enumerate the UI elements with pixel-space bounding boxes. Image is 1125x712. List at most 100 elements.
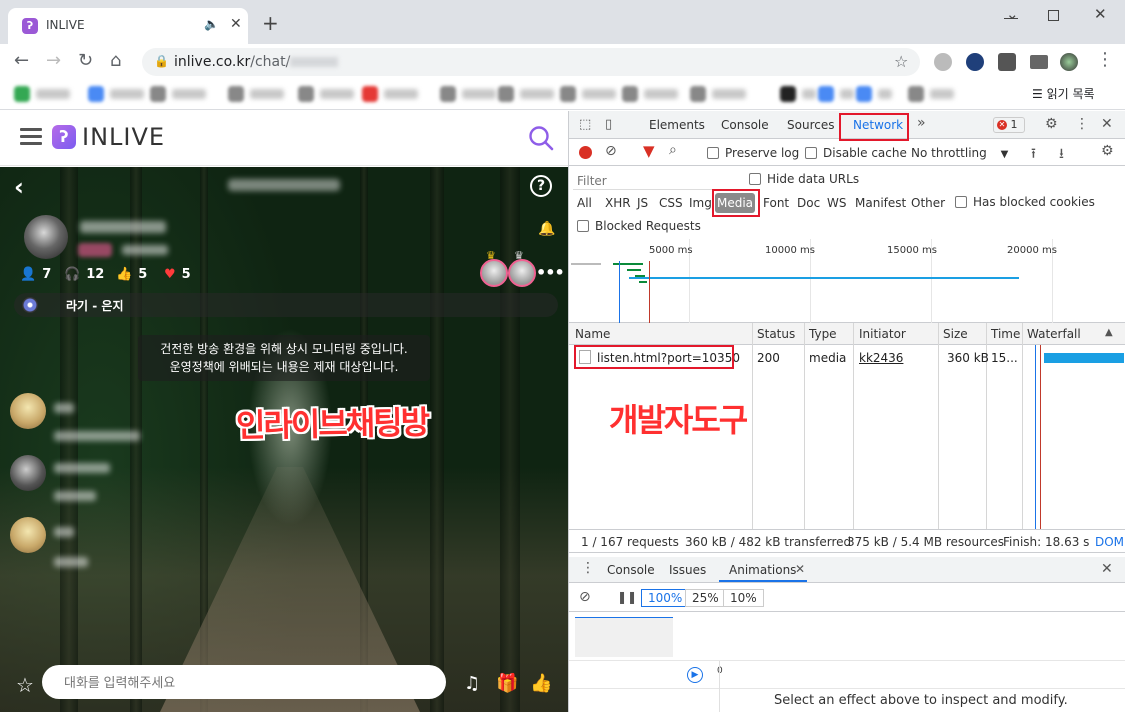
has-blocked-cookies-checkbox[interactable]: Has blocked cookies bbox=[955, 195, 1095, 209]
import-har-icon[interactable]: ⭱ bbox=[1031, 143, 1036, 167]
bookmark-item[interactable] bbox=[622, 85, 678, 103]
reading-list-button[interactable]: ☰ 읽기 목록 bbox=[1032, 85, 1095, 102]
bookmark-item[interactable] bbox=[560, 85, 616, 103]
more-tabs-icon[interactable]: » bbox=[917, 115, 926, 131]
filter-other[interactable]: Other bbox=[911, 196, 945, 210]
bookmark-item[interactable] bbox=[228, 85, 284, 103]
guest-avatar[interactable] bbox=[480, 259, 508, 287]
e-extension-icon[interactable] bbox=[966, 53, 984, 71]
column-waterfall[interactable]: Waterfall bbox=[1027, 327, 1081, 341]
filter-doc[interactable]: Doc bbox=[797, 196, 820, 210]
bookmark-star-icon[interactable]: ☆ bbox=[894, 52, 908, 71]
bell-icon[interactable]: 🔔 bbox=[538, 221, 555, 237]
window-dropdown-icon[interactable]: ⌄ bbox=[1006, 5, 1019, 23]
network-settings-icon[interactable]: ⚙ bbox=[1101, 143, 1114, 159]
minimize-icon[interactable] bbox=[1004, 18, 1018, 19]
inlive-logo-icon[interactable]: ʔ bbox=[52, 125, 76, 149]
close-window-icon[interactable]: ✕ bbox=[1094, 5, 1107, 23]
reload-icon[interactable]: ↻ bbox=[78, 51, 93, 71]
search-icon[interactable]: ⌕ bbox=[669, 142, 677, 158]
speaker-icon[interactable]: 🔈 bbox=[204, 17, 219, 31]
hide-data-urls-checkbox[interactable]: Hide data URLs bbox=[749, 172, 859, 186]
filter-input[interactable] bbox=[573, 172, 739, 190]
back-arrow-icon[interactable]: ← bbox=[14, 51, 29, 71]
drawer-menu-icon[interactable]: ⋮ bbox=[581, 560, 595, 576]
filter-all[interactable]: All bbox=[577, 196, 592, 210]
filter-js[interactable]: JS bbox=[637, 196, 648, 210]
chat-user-avatar[interactable] bbox=[10, 517, 46, 553]
menu-kebab-icon[interactable]: ⋮ bbox=[1096, 50, 1114, 70]
address-bar[interactable]: 🔒 inlive.co.kr/chat/ ☆ bbox=[142, 48, 920, 76]
preserve-log-checkbox[interactable]: Preserve log bbox=[707, 146, 799, 160]
column-size[interactable]: Size bbox=[943, 327, 968, 341]
close-devtools-icon[interactable]: ✕ bbox=[1101, 116, 1113, 132]
filter-css[interactable]: CSS bbox=[659, 196, 683, 210]
column-time[interactable]: Time bbox=[991, 327, 1020, 341]
home-icon[interactable]: ⌂ bbox=[110, 51, 121, 71]
now-playing-bar[interactable]: 라기 - 은지 bbox=[14, 293, 558, 317]
clear-icon[interactable]: ⊘ bbox=[605, 143, 617, 159]
close-tab-icon[interactable]: ✕ bbox=[230, 16, 242, 32]
browser-tab[interactable]: ʔ INLIVE 🔈 ✕ bbox=[8, 8, 248, 44]
filter-font[interactable]: Font bbox=[763, 196, 789, 210]
network-overview-timeline[interactable]: 5000 ms 10000 ms 15000 ms 20000 ms bbox=[569, 239, 1125, 323]
clear-animations-icon[interactable]: ⊘ bbox=[579, 589, 591, 605]
bookmark-item[interactable] bbox=[690, 85, 746, 103]
bookmark-item[interactable] bbox=[14, 85, 70, 103]
inspect-element-icon[interactable]: ⬚ bbox=[579, 117, 591, 132]
devtools-kebab-icon[interactable]: ⋮ bbox=[1075, 116, 1089, 132]
music-note-icon[interactable]: ♫ bbox=[464, 673, 480, 694]
disable-cache-checkbox[interactable]: Disable cache bbox=[805, 146, 907, 160]
profile-avatar[interactable] bbox=[1060, 53, 1078, 71]
tab-sources[interactable]: Sources bbox=[787, 118, 834, 132]
drawer-tab-animations[interactable]: Animations bbox=[729, 563, 796, 577]
column-name[interactable]: Name bbox=[575, 327, 610, 341]
inlive-logo-text[interactable]: INLIVE bbox=[82, 123, 165, 151]
bookmark-item[interactable] bbox=[88, 85, 144, 103]
puzzle-extensions-icon[interactable] bbox=[998, 53, 1016, 71]
close-drawer-icon[interactable]: ✕ bbox=[1101, 561, 1113, 577]
filter-funnel-icon[interactable]: ▼ bbox=[643, 142, 655, 160]
filter-img[interactable]: Img bbox=[689, 196, 712, 210]
drawer-tab-issues[interactable]: Issues bbox=[669, 563, 706, 577]
bookmark-item[interactable] bbox=[780, 85, 816, 103]
filter-xhr[interactable]: XHR bbox=[605, 196, 631, 210]
animation-group-preview[interactable] bbox=[575, 617, 673, 657]
search-icon[interactable] bbox=[528, 125, 554, 151]
chat-user-avatar[interactable] bbox=[10, 455, 46, 491]
globe-extension-icon[interactable] bbox=[934, 53, 952, 71]
chat-input[interactable] bbox=[42, 665, 446, 699]
new-tab-button[interactable]: + bbox=[262, 13, 279, 33]
media-control-icon[interactable] bbox=[1030, 55, 1048, 69]
filter-ws[interactable]: WS bbox=[827, 196, 846, 210]
drawer-tab-console[interactable]: Console bbox=[607, 563, 655, 577]
bookmark-item[interactable] bbox=[498, 85, 554, 103]
star-icon[interactable]: ☆ bbox=[16, 673, 34, 697]
hamburger-menu-icon[interactable] bbox=[20, 128, 42, 146]
settings-gear-icon[interactable]: ⚙ bbox=[1045, 116, 1058, 132]
filter-manifest[interactable]: Manifest bbox=[855, 196, 906, 210]
chat-user-avatar[interactable] bbox=[10, 393, 46, 429]
bookmark-item[interactable] bbox=[298, 85, 354, 103]
pause-all-icon[interactable]: ❚❚ bbox=[617, 590, 637, 604]
tab-console[interactable]: Console bbox=[721, 118, 769, 132]
bookmark-item[interactable] bbox=[908, 85, 954, 103]
help-icon[interactable]: ? bbox=[530, 175, 552, 197]
column-type[interactable]: Type bbox=[809, 327, 837, 341]
throttling-select[interactable]: No throttling ▼ bbox=[911, 146, 1008, 160]
replay-icon[interactable]: ▶ bbox=[687, 667, 703, 683]
rate-10-button[interactable]: 10% bbox=[723, 589, 764, 607]
close-animations-tab-icon[interactable]: ✕ bbox=[795, 562, 805, 576]
rate-25-button[interactable]: 25% bbox=[685, 589, 726, 607]
error-counter[interactable]: ✕ 1 bbox=[993, 117, 1025, 133]
record-icon[interactable] bbox=[579, 146, 592, 159]
gift-icon[interactable]: 🎁 bbox=[496, 673, 518, 694]
export-har-icon[interactable]: ⭳ bbox=[1059, 143, 1064, 167]
sort-ascending-icon[interactable]: ▲ bbox=[1105, 327, 1113, 338]
host-avatar[interactable] bbox=[24, 215, 68, 259]
request-initiator-link[interactable]: kk2436 bbox=[859, 351, 903, 365]
bookmark-item[interactable] bbox=[856, 85, 892, 103]
bookmark-item[interactable] bbox=[818, 85, 854, 103]
tab-elements[interactable]: Elements bbox=[649, 118, 705, 132]
rate-100-button[interactable]: 100% bbox=[641, 589, 690, 607]
